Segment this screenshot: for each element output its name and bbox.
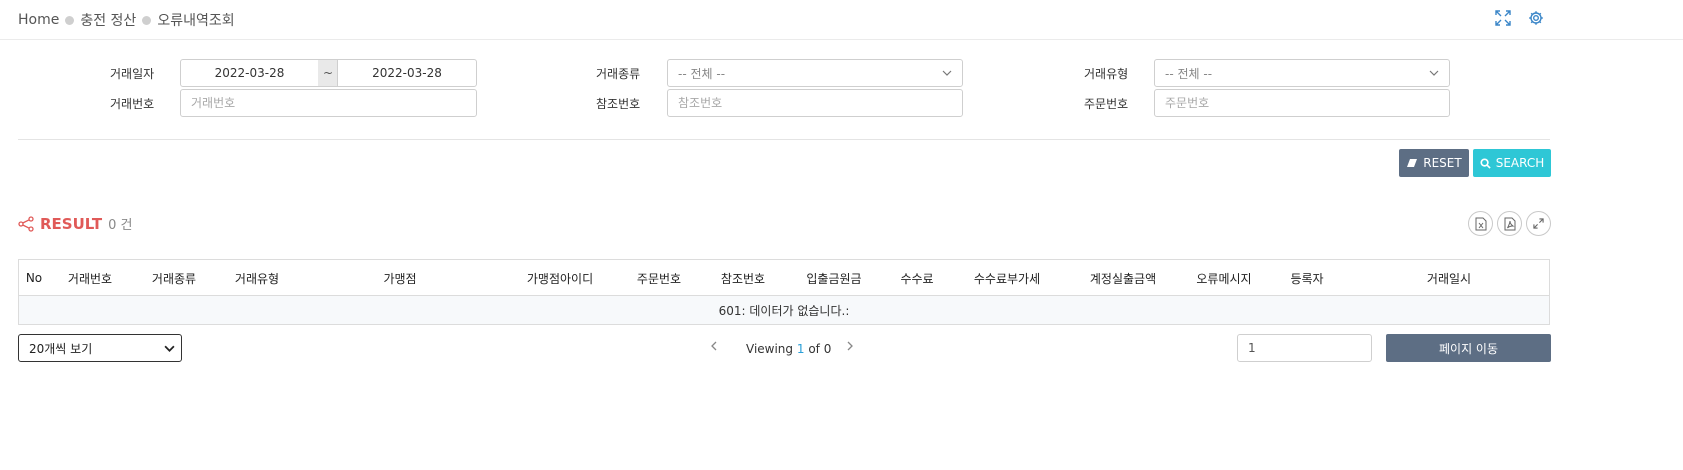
trade-kind-select[interactable]: -- 전체 -- [667, 59, 963, 87]
order-no-label: 주문번호 [1084, 97, 1129, 111]
trade-kind-value: -- 전체 -- [678, 66, 726, 81]
expand-button[interactable] [1526, 211, 1551, 236]
chevron-down-icon [164, 345, 175, 352]
breadcrumb-current: 오류내역조회 [157, 13, 235, 29]
trade-type-select[interactable]: -- 전체 -- [1154, 59, 1450, 87]
breadcrumb-home[interactable]: Home [18, 12, 59, 28]
search-icon [1480, 157, 1491, 169]
expand-icon [1533, 218, 1544, 229]
goto-page-button[interactable]: 페이지 이동 [1386, 334, 1551, 362]
column-header[interactable]: 참조번호 [701, 260, 785, 296]
fullscreen-icon[interactable] [1493, 8, 1513, 28]
excel-export-button[interactable] [1468, 211, 1493, 236]
breadcrumb: Home 충전 정산 오류내역조회 [18, 10, 235, 30]
pager: Viewing 1 of 0 [700, 340, 870, 360]
filter-row-1: 거래일자 ~ 거래종류 -- 전체 -- 거래유형 -- 전체 -- [0, 59, 1683, 87]
empty-message: 601: 데이터가 없습니다.: [718, 303, 850, 318]
column-header[interactable]: 오류메시지 [1183, 260, 1265, 296]
column-header[interactable]: 가맹점 [297, 260, 503, 296]
page-number-input[interactable] [1237, 334, 1372, 362]
next-page-icon[interactable] [846, 340, 854, 354]
breadcrumb-level1[interactable]: 충전 정산 [80, 10, 136, 30]
breadcrumb-separator [65, 15, 75, 25]
trade-date-from-input[interactable] [180, 59, 319, 87]
trade-no-label: 거래번호 [110, 97, 155, 111]
column-header[interactable]: 거래번호 [49, 260, 131, 296]
chevron-down-icon [1429, 70, 1439, 76]
ref-no-input[interactable] [667, 89, 963, 117]
goto-page-label: 페이지 이동 [1438, 341, 1498, 356]
column-header[interactable]: 거래일시 [1349, 260, 1549, 296]
trade-no-input[interactable] [180, 89, 477, 117]
pdf-file-icon [1504, 217, 1515, 230]
ref-no-label: 참조번호 [596, 97, 641, 111]
column-header[interactable]: 가맹점아이디 [503, 260, 617, 296]
trade-date-to-input[interactable] [337, 59, 477, 87]
excel-file-icon [1475, 217, 1486, 230]
column-header[interactable]: 입출금원금 [785, 260, 883, 296]
column-header[interactable]: 거래유형 [217, 260, 297, 296]
column-header[interactable]: 주문번호 [617, 260, 701, 296]
result-title: RESULT [40, 214, 103, 233]
pager-status: Viewing 1 of 0 [746, 342, 831, 356]
column-header[interactable]: 등록자 [1265, 260, 1349, 296]
reset-button-label: RESET [1423, 156, 1462, 170]
reset-button[interactable]: RESET [1399, 149, 1469, 177]
trade-type-label: 거래유형 [1084, 67, 1129, 81]
table-empty-row: 601: 데이터가 없습니다.: [19, 296, 1549, 324]
filter-divider [18, 139, 1550, 140]
column-header[interactable]: 계정실출금액 [1063, 260, 1183, 296]
trade-date-label: 거래일자 [110, 67, 155, 81]
result-count: 0 건 [108, 218, 133, 233]
column-header[interactable]: 수수료 [883, 260, 951, 296]
eraser-icon [1407, 159, 1418, 167]
pdf-export-button[interactable] [1497, 211, 1522, 236]
column-header[interactable]: No [19, 260, 49, 296]
search-button[interactable]: SEARCH [1473, 149, 1551, 177]
pager-current-page: 1 [796, 342, 805, 356]
pager-total: of 0 [808, 342, 832, 356]
column-header[interactable]: 거래종류 [131, 260, 217, 296]
chevron-down-icon [942, 70, 952, 76]
date-range-separator: ~ [318, 59, 338, 87]
trade-kind-label: 거래종류 [596, 67, 641, 81]
result-header: RESULT 0 건 [18, 214, 132, 233]
gear-icon[interactable] [1526, 8, 1546, 28]
filter-row-2: 거래번호 참조번호 주문번호 [0, 89, 1683, 117]
order-no-input[interactable] [1154, 89, 1450, 117]
page-size-select[interactable]: 20개씩 보기 [18, 334, 182, 362]
share-icon [18, 215, 34, 232]
top-bar: Home 충전 정산 오류내역조회 [0, 0, 1683, 40]
trade-type-value: -- 전체 -- [1165, 66, 1213, 81]
table-header: No 거래번호 거래종류 거래유형 가맹점 가맹점아이디 주문번호 참조번호 입… [19, 260, 1549, 296]
page-size-value: 20개씩 보기 [29, 341, 93, 356]
breadcrumb-separator [142, 15, 152, 25]
prev-page-icon[interactable] [710, 340, 718, 354]
pager-viewing-label: Viewing [746, 342, 794, 356]
result-table: No 거래번호 거래종류 거래유형 가맹점 가맹점아이디 주문번호 참조번호 입… [18, 259, 1550, 325]
search-button-label: SEARCH [1495, 156, 1545, 170]
column-header[interactable]: 수수료부가세 [951, 260, 1063, 296]
